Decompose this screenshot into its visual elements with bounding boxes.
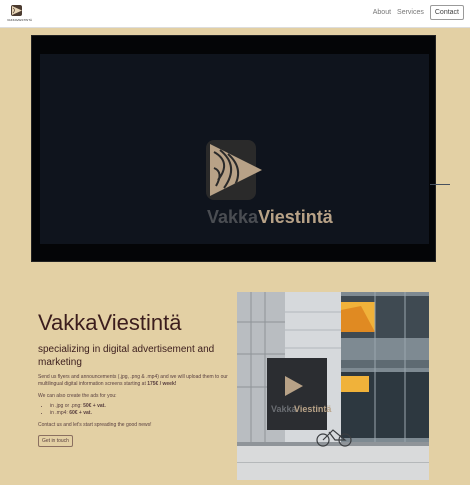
brand-tagline: VAKKAVIESTINTÄ <box>7 18 33 22</box>
video-logo <box>206 140 266 200</box>
ad-item-price: 60€ + vat. <box>69 410 92 416</box>
video-glint <box>430 184 450 185</box>
nav-link-about[interactable]: About <box>373 9 391 16</box>
navbar: VAKKAVIESTINTÄ About Services Contact <box>0 0 470 28</box>
list-item: in .mp4: 60€ + vat. <box>50 410 228 417</box>
nav-menu: About Services Contact <box>373 5 464 20</box>
sign-word-light: Viestintä <box>294 404 332 414</box>
building-illustration: Vakka Viestintä <box>237 292 429 480</box>
ad-price-list: in .jpg or .png: 50€ + vat. in .mp4: 60€… <box>50 403 228 417</box>
ad-item-label: in .jpg or .png: <box>50 403 84 409</box>
play-logo-icon <box>11 5 22 16</box>
video-player[interactable]: VakkaViestintä <box>31 35 450 262</box>
brand-logo[interactable]: VAKKAVIESTINTÄ <box>7 4 32 24</box>
ad-item-price: 50€ + vat. <box>83 403 106 409</box>
hero-intro: Send us flyers and announcements (.jpg, … <box>38 374 228 388</box>
hero-title: VakkaViestintä <box>38 310 182 335</box>
nav-link-services[interactable]: Services <box>397 9 424 16</box>
play-logo-icon <box>206 140 262 200</box>
hero-subtitle: specializing in digital advertisement an… <box>38 344 215 368</box>
video-wordmark-light: Viestintä <box>258 207 333 227</box>
get-in-touch-button[interactable]: Get in touch <box>38 435 73 447</box>
ad-item-label: in .mp4: <box>50 410 70 416</box>
video-wordmark-dark: Vakka <box>207 207 259 227</box>
hero-intro-text: Send us flyers and announcements (.jpg, … <box>38 374 228 387</box>
hero-ads-intro: We can also create the ads for you: <box>38 393 117 399</box>
nav-contact-button[interactable]: Contact <box>429 5 464 20</box>
hero-section: VakkaViestintä specializing in digital a… <box>38 310 228 447</box>
list-item: in .jpg or .png: 50€ + vat. <box>50 403 228 410</box>
hero-intro-price: 175€ / week! <box>147 381 177 387</box>
video-wordmark: VakkaViestintä <box>207 207 333 228</box>
hero-contact-text: Contact us and let's start spreading the… <box>38 422 152 428</box>
building-photo: Vakka Viestintä <box>237 292 429 480</box>
